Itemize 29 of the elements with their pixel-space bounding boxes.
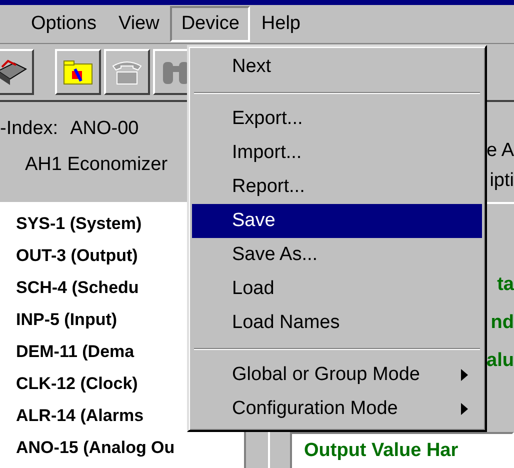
menu-item[interactable]: Load	[192, 272, 482, 306]
menu-item[interactable]: Save	[192, 204, 482, 238]
menu-item[interactable]: Report...	[192, 170, 482, 204]
detail-label: nd	[490, 311, 514, 335]
telephone-icon[interactable]	[104, 49, 150, 95]
menu-item[interactable]: Export...	[192, 102, 482, 136]
detail-label: alu	[486, 349, 514, 373]
menu-item[interactable]: Configuration Mode	[192, 392, 482, 426]
field-label: e A	[486, 140, 514, 162]
folder-icon[interactable]	[55, 49, 101, 95]
menu-item[interactable]: Next	[192, 50, 482, 84]
detail-label: ta	[497, 273, 514, 297]
printer-icon[interactable]	[0, 49, 34, 95]
menu-title[interactable]: Options	[20, 6, 108, 42]
menu-title[interactable]: View	[107, 6, 170, 42]
menu-item[interactable]: Load Names	[192, 306, 482, 340]
menu-item[interactable]: Import...	[192, 136, 482, 170]
index-value: ANO-00	[70, 118, 139, 140]
list-item[interactable]: ANO-15 (Analog Ou	[16, 432, 244, 464]
menu-title[interactable]: Help	[250, 6, 312, 42]
menu-title[interactable]: Device	[170, 6, 250, 42]
detail-field: Output Value Har	[290, 432, 514, 468]
field-label: ipti	[490, 170, 514, 192]
index-label: -Index:	[0, 118, 58, 140]
submenu-arrow-icon	[461, 369, 468, 381]
point-name: AH1 Economizer	[24, 154, 168, 176]
menu-item[interactable]: Global or Group Mode	[192, 358, 482, 392]
submenu-arrow-icon	[461, 403, 468, 415]
menu-item[interactable]: Save As...	[192, 238, 482, 272]
